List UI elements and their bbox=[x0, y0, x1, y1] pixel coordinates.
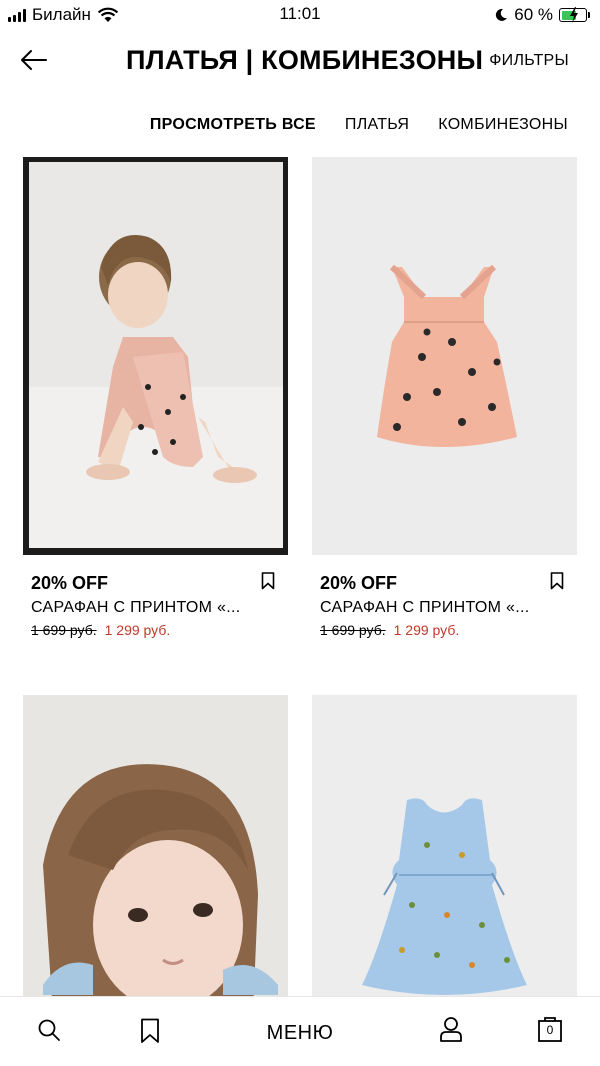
header: ПЛАТЬЯ | КОМБИНЕЗОНЫ ФИЛЬТРЫ bbox=[0, 40, 600, 80]
product-name[interactable]: САРАФАН С ПРИНТОМ «... bbox=[31, 599, 240, 617]
category-tabs: ПРОСМОТРЕТЬ ВСЕ ПЛАТЬЯ КОМБИНЕЗОНЫ bbox=[150, 116, 568, 134]
battery-percent: 60 % bbox=[514, 5, 553, 24]
back-arrow-icon[interactable] bbox=[18, 46, 50, 74]
tab-jumpsuits[interactable]: КОМБИНЕЗОНЫ bbox=[438, 116, 568, 134]
status-bar: Билайн 11:01 60 % bbox=[0, 0, 600, 30]
tab-dresses[interactable]: ПЛАТЬЯ bbox=[345, 116, 409, 134]
cart-count: 0 bbox=[546, 1023, 554, 1037]
product-card[interactable]: 20% OFF САРАФАН С ПРИНТОМ «... 1 699 руб… bbox=[23, 157, 288, 655]
bookmark-icon[interactable] bbox=[140, 1018, 160, 1044]
bookmark-icon[interactable] bbox=[261, 572, 275, 590]
user-icon[interactable] bbox=[439, 1016, 463, 1042]
filters-button[interactable]: ФИЛЬТРЫ bbox=[489, 52, 569, 70]
bottom-navigation: МЕНЮ 0 bbox=[0, 996, 600, 1066]
sale-price: 1 299 руб. bbox=[104, 622, 171, 638]
product-image[interactable] bbox=[312, 157, 577, 555]
search-icon[interactable] bbox=[37, 1018, 61, 1042]
cart-button[interactable]: 0 bbox=[537, 1016, 563, 1042]
old-price: 1 699 руб. bbox=[31, 622, 97, 638]
old-price: 1 699 руб. bbox=[320, 622, 386, 638]
tab-view-all[interactable]: ПРОСМОТРЕТЬ ВСЕ bbox=[150, 116, 316, 134]
sale-price: 1 299 руб. bbox=[393, 622, 460, 638]
discount-label: 20% OFF bbox=[31, 573, 109, 593]
page-title: ПЛАТЬЯ | КОМБИНЕЗОНЫ bbox=[126, 45, 484, 75]
discount-label: 20% OFF bbox=[320, 573, 398, 593]
product-card[interactable]: 20% OFF САРАФАН С ПРИНТОМ «... 1 699 руб… bbox=[312, 157, 577, 655]
moon-icon bbox=[496, 8, 508, 21]
product-name[interactable]: САРАФАН С ПРИНТОМ «... bbox=[320, 599, 529, 617]
battery-icon bbox=[559, 7, 587, 23]
battery-tip bbox=[588, 12, 590, 18]
product-image[interactable] bbox=[23, 157, 288, 555]
menu-button[interactable]: МЕНЮ bbox=[267, 1022, 334, 1044]
bookmark-icon[interactable] bbox=[550, 572, 564, 590]
